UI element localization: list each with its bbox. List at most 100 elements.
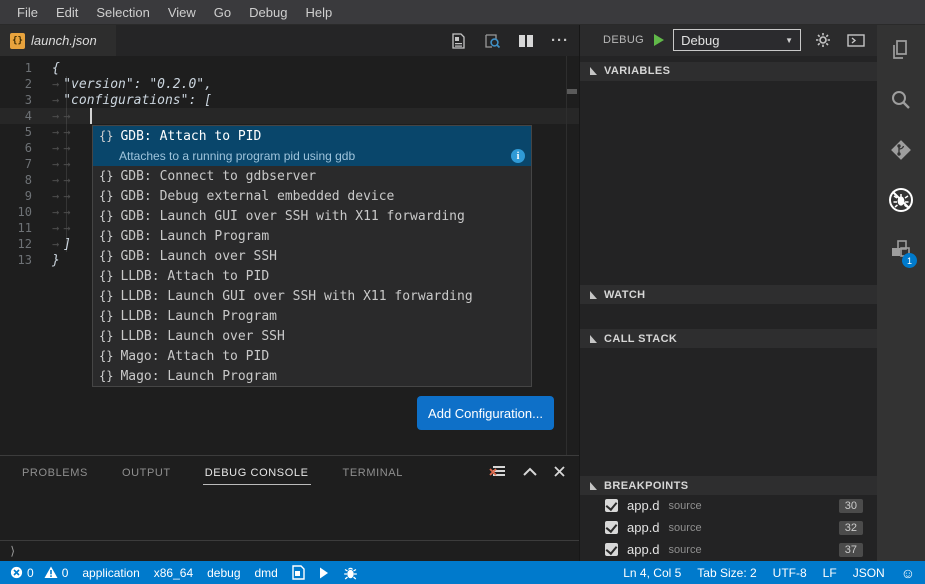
suggest-item[interactable]: {} GDB: Launch over SSH — [93, 246, 531, 266]
panel-actions — [489, 464, 565, 479]
source-control-icon[interactable] — [877, 125, 925, 175]
problems-status[interactable]: 0 0 — [10, 566, 68, 580]
suggest-label: LLDB: Launch over SSH — [120, 329, 284, 344]
configure-gear-icon[interactable] — [815, 32, 831, 48]
suggest-item[interactable]: {} GDB: Launch GUI over SSH with X11 for… — [93, 206, 531, 226]
breakpoints-section-header[interactable]: BREAKPOINTS — [580, 476, 877, 495]
menu-bar: FileEditSelectionViewGoDebugHelp — [0, 0, 925, 25]
breakpoint-checkbox[interactable] — [605, 543, 618, 556]
panel-tab[interactable]: TERMINAL — [341, 461, 405, 485]
extensions-icon[interactable]: 1 — [877, 225, 925, 275]
call-stack-section-header[interactable]: CALL STACK — [580, 329, 877, 348]
suggest-label: GDB: Launch over SSH — [120, 249, 277, 264]
line-number: 9 — [0, 189, 44, 203]
editor-line[interactable]: 4 →→ — [0, 108, 579, 124]
editor-line[interactable]: 3 → "configurations": [ — [0, 92, 579, 108]
menu-item[interactable]: File — [8, 5, 47, 20]
suggest-item[interactable]: {} GDB: Connect to gdbserver — [93, 166, 531, 186]
code-editor[interactable]: 1 { 2 → "version": "0.2.0", 3 — [0, 56, 579, 455]
breakpoint-row[interactable]: app.d source 32 — [580, 517, 877, 539]
debug-console-toggle-icon[interactable] — [847, 34, 865, 47]
status-application[interactable]: application — [82, 566, 139, 580]
suggest-item[interactable]: {} Mago: Attach to PID — [93, 346, 531, 366]
tab-launch-json[interactable]: {} launch.json — [0, 25, 116, 56]
suggest-item[interactable]: {} LLDB: Launch Program — [93, 306, 531, 326]
status-build-type[interactable]: debug — [207, 566, 240, 580]
whitespace-arrows: → — [52, 237, 63, 251]
document-grid-icon[interactable] — [449, 32, 467, 50]
eol-sequence[interactable]: LF — [823, 566, 837, 580]
suggest-label: LLDB: Launch GUI over SSH with X11 forwa… — [120, 289, 472, 304]
code-text: "version": "0.2.0", — [63, 77, 212, 92]
section-label: WATCH — [604, 289, 646, 301]
twistie-icon — [589, 291, 597, 299]
debug-bug-icon[interactable] — [343, 566, 358, 580]
suggest-item[interactable]: {} LLDB: Launch over SSH — [93, 326, 531, 346]
variables-section-header[interactable]: VARIABLES — [580, 62, 877, 81]
close-panel-icon[interactable] — [554, 466, 565, 477]
extensions-badge: 1 — [902, 253, 917, 268]
watch-section-header[interactable]: WATCH — [580, 285, 877, 304]
run-build-icon[interactable] — [319, 567, 329, 579]
suggest-item[interactable]: {} LLDB: Launch GUI over SSH with X11 fo… — [93, 286, 531, 306]
language-mode[interactable]: JSON — [853, 566, 885, 580]
feedback-smiley-icon[interactable]: ☺ — [901, 566, 915, 580]
menu-item[interactable]: Debug — [240, 5, 296, 20]
breakpoint-checkbox[interactable] — [605, 521, 618, 534]
status-compiler[interactable]: dmd — [255, 566, 278, 580]
breakpoint-kind: source — [669, 544, 702, 556]
maximize-panel-icon[interactable] — [523, 467, 537, 476]
menu-item[interactable]: View — [159, 5, 205, 20]
breakpoint-checkbox[interactable] — [605, 499, 618, 512]
suggest-item-selected[interactable]: {} GDB: Attach to PID — [93, 126, 531, 146]
debug-console-input[interactable]: ⟩ — [0, 540, 579, 561]
menu-item[interactable]: Go — [205, 5, 240, 20]
suggest-label: GDB: Launch Program — [120, 229, 269, 244]
snippet-icon: {} — [99, 269, 113, 283]
tab-size[interactable]: Tab Size: 2 — [697, 566, 756, 580]
watch-body — [580, 304, 877, 329]
search-preview-icon[interactable] — [483, 32, 501, 50]
scrollbar-marker[interactable] — [567, 89, 577, 94]
suggest-item[interactable]: {} LLDB: Attach to PID — [93, 266, 531, 286]
breakpoint-line-badge: 32 — [839, 521, 863, 535]
clear-console-icon[interactable] — [489, 464, 506, 479]
build-file-icon[interactable] — [292, 565, 305, 580]
debug-icon[interactable] — [877, 175, 925, 225]
whitespace-arrows: →→ — [52, 189, 74, 203]
dropdown-arrow-icon: ▼ — [785, 36, 793, 45]
panel-tab[interactable]: PROBLEMS — [20, 461, 90, 485]
suggest-label: Mago: Launch Program — [120, 369, 277, 384]
explorer-icon[interactable] — [877, 25, 925, 75]
add-configuration-button[interactable]: Add Configuration... — [417, 396, 554, 430]
editor-line[interactable]: 2 → "version": "0.2.0", — [0, 76, 579, 92]
breakpoint-row[interactable]: app.d source 30 — [580, 495, 877, 517]
start-debug-button[interactable] — [652, 33, 665, 47]
snippet-icon: {} — [99, 209, 113, 223]
tab-title: launch.json — [31, 33, 97, 48]
encoding[interactable]: UTF-8 — [773, 566, 807, 580]
editor-actions: ··· — [449, 25, 569, 56]
debug-configuration-select[interactable]: Debug ▼ — [673, 29, 801, 51]
suggest-item[interactable]: {} Mago: Launch Program — [93, 366, 531, 386]
menu-item[interactable]: Selection — [87, 5, 158, 20]
debug-toolbar: DEBUG Debug ▼ — [580, 25, 877, 56]
section-label: CALL STACK — [604, 333, 677, 345]
search-icon[interactable] — [877, 75, 925, 125]
editor-line[interactable]: 1 { — [0, 60, 579, 76]
cursor-position[interactable]: Ln 4, Col 5 — [623, 566, 681, 580]
suggest-item[interactable]: {} GDB: Launch Program — [93, 226, 531, 246]
split-editor-icon[interactable] — [517, 32, 535, 50]
breakpoint-line-badge: 37 — [839, 543, 863, 557]
breakpoint-row[interactable]: app.d source 37 — [580, 539, 877, 561]
error-count: 0 — [27, 566, 34, 580]
menu-item[interactable]: Help — [296, 5, 341, 20]
snippet-icon: {} — [99, 169, 113, 183]
more-actions-icon[interactable]: ··· — [551, 32, 569, 50]
status-arch[interactable]: x86_64 — [154, 566, 193, 580]
suggest-item[interactable]: {} GDB: Debug external embedded device — [93, 186, 531, 206]
panel-tab[interactable]: DEBUG CONSOLE — [203, 461, 311, 485]
info-icon[interactable]: i — [511, 149, 525, 163]
panel-tab[interactable]: OUTPUT — [120, 461, 173, 485]
menu-item[interactable]: Edit — [47, 5, 87, 20]
